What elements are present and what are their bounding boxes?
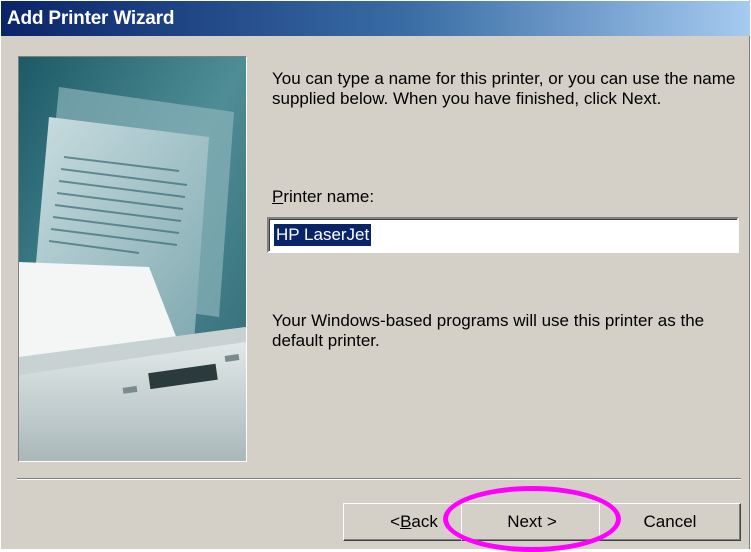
printer-name-label-accel: P [272,187,284,206]
back-button-accel: B [400,512,412,531]
printer-name-label: Printer name: [272,187,374,207]
printer-name-value[interactable]: HP LaserJet [274,224,372,246]
printer-name-input[interactable]: HP LaserJet [267,217,739,253]
add-printer-wizard-dialog: Add Printer Wizard You can type a name f… [0,0,750,552]
back-button-rest: ack [411,512,438,531]
divider [17,478,741,480]
printer-illustration-icon [18,56,247,462]
default-printer-note: Your Windows-based programs will use thi… [272,311,705,350]
title-bar[interactable]: Add Printer Wizard [1,1,750,36]
back-button-prefix: < [390,512,401,531]
printer-name-label-rest: rinter name: [283,187,375,206]
window-title: Add Printer Wizard [7,7,175,29]
intro-text: You can type a name for this printer, or… [272,69,736,108]
cancel-button[interactable]: Cancel [599,503,741,541]
next-button[interactable]: Next > [461,503,603,541]
